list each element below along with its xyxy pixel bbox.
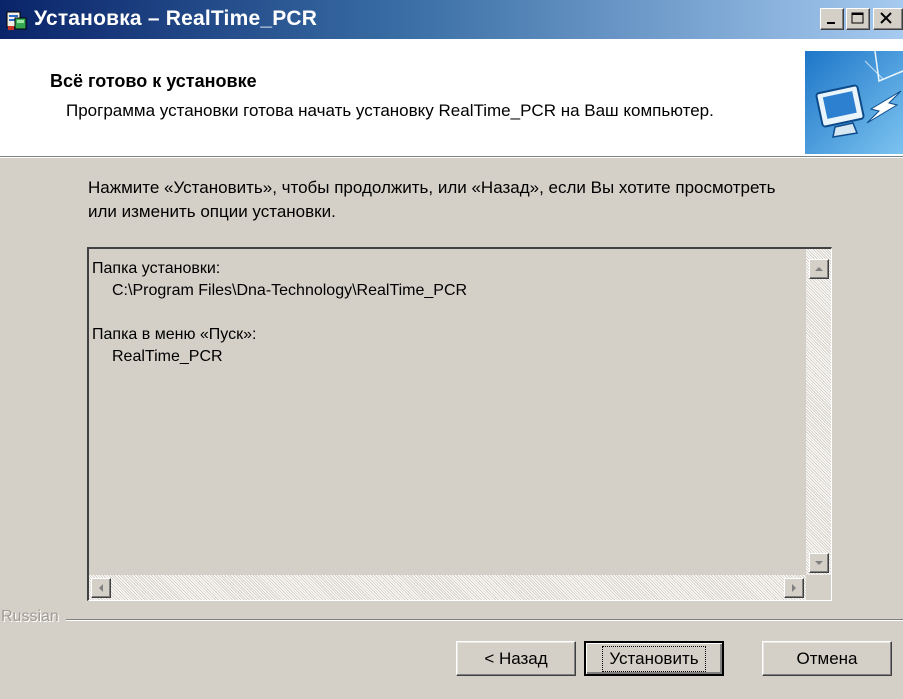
- maximize-button[interactable]: [846, 8, 870, 30]
- vertical-scrollbar[interactable]: [806, 249, 831, 575]
- minimize-button[interactable]: [820, 8, 844, 30]
- page-description: Программа установки готова начать устано…: [66, 101, 714, 120]
- title-bar[interactable]: Установка – RealTime_PCR: [0, 0, 903, 39]
- install-folder-label: Папка установки:: [92, 260, 221, 277]
- window-title: Установка – RealTime_PCR: [34, 7, 318, 30]
- arrow-left-icon: [99, 584, 103, 592]
- back-button[interactable]: < Назад: [456, 641, 576, 676]
- instruction-text: Нажмите «Установить», чтобы продолжить, …: [88, 178, 776, 221]
- cancel-button[interactable]: Отмена: [762, 641, 892, 676]
- wizard-header: Всё готово к установке Программа установ…: [0, 39, 903, 156]
- arrow-down-icon: [815, 561, 823, 565]
- minimize-icon: [827, 22, 835, 24]
- start-menu-value: RealTime_PCR: [112, 348, 223, 365]
- close-icon: [880, 12, 892, 24]
- start-menu-label: Папка в меню «Пуск»:: [92, 326, 257, 343]
- scroll-right-button[interactable]: [784, 578, 804, 598]
- installer-app-icon: [6, 11, 27, 30]
- summary-memo[interactable]: Папка установки: C:\Program Files\Dna-Te…: [87, 247, 832, 601]
- scroll-up-button[interactable]: [809, 259, 829, 279]
- horizontal-scrollbar[interactable]: [89, 575, 806, 600]
- summary-content: Папка установки: C:\Program Files\Dna-Te…: [89, 249, 806, 575]
- install-button[interactable]: Установить: [584, 641, 724, 676]
- arrow-up-icon: [815, 267, 823, 271]
- close-button[interactable]: [873, 8, 903, 30]
- language-label: Russian: [1, 608, 59, 625]
- arrow-right-icon: [792, 584, 796, 592]
- install-button-label: Установить: [602, 645, 706, 672]
- scroll-left-button[interactable]: [91, 578, 111, 598]
- page-title: Всё готово к установке: [50, 71, 257, 91]
- wizard-computer-icon: [805, 51, 903, 154]
- maximize-icon: [851, 12, 864, 24]
- install-folder-value: C:\Program Files\Dna-Technology\RealTime…: [112, 282, 468, 299]
- scroll-down-button[interactable]: [809, 553, 829, 573]
- scrollbar-corner: [806, 575, 831, 600]
